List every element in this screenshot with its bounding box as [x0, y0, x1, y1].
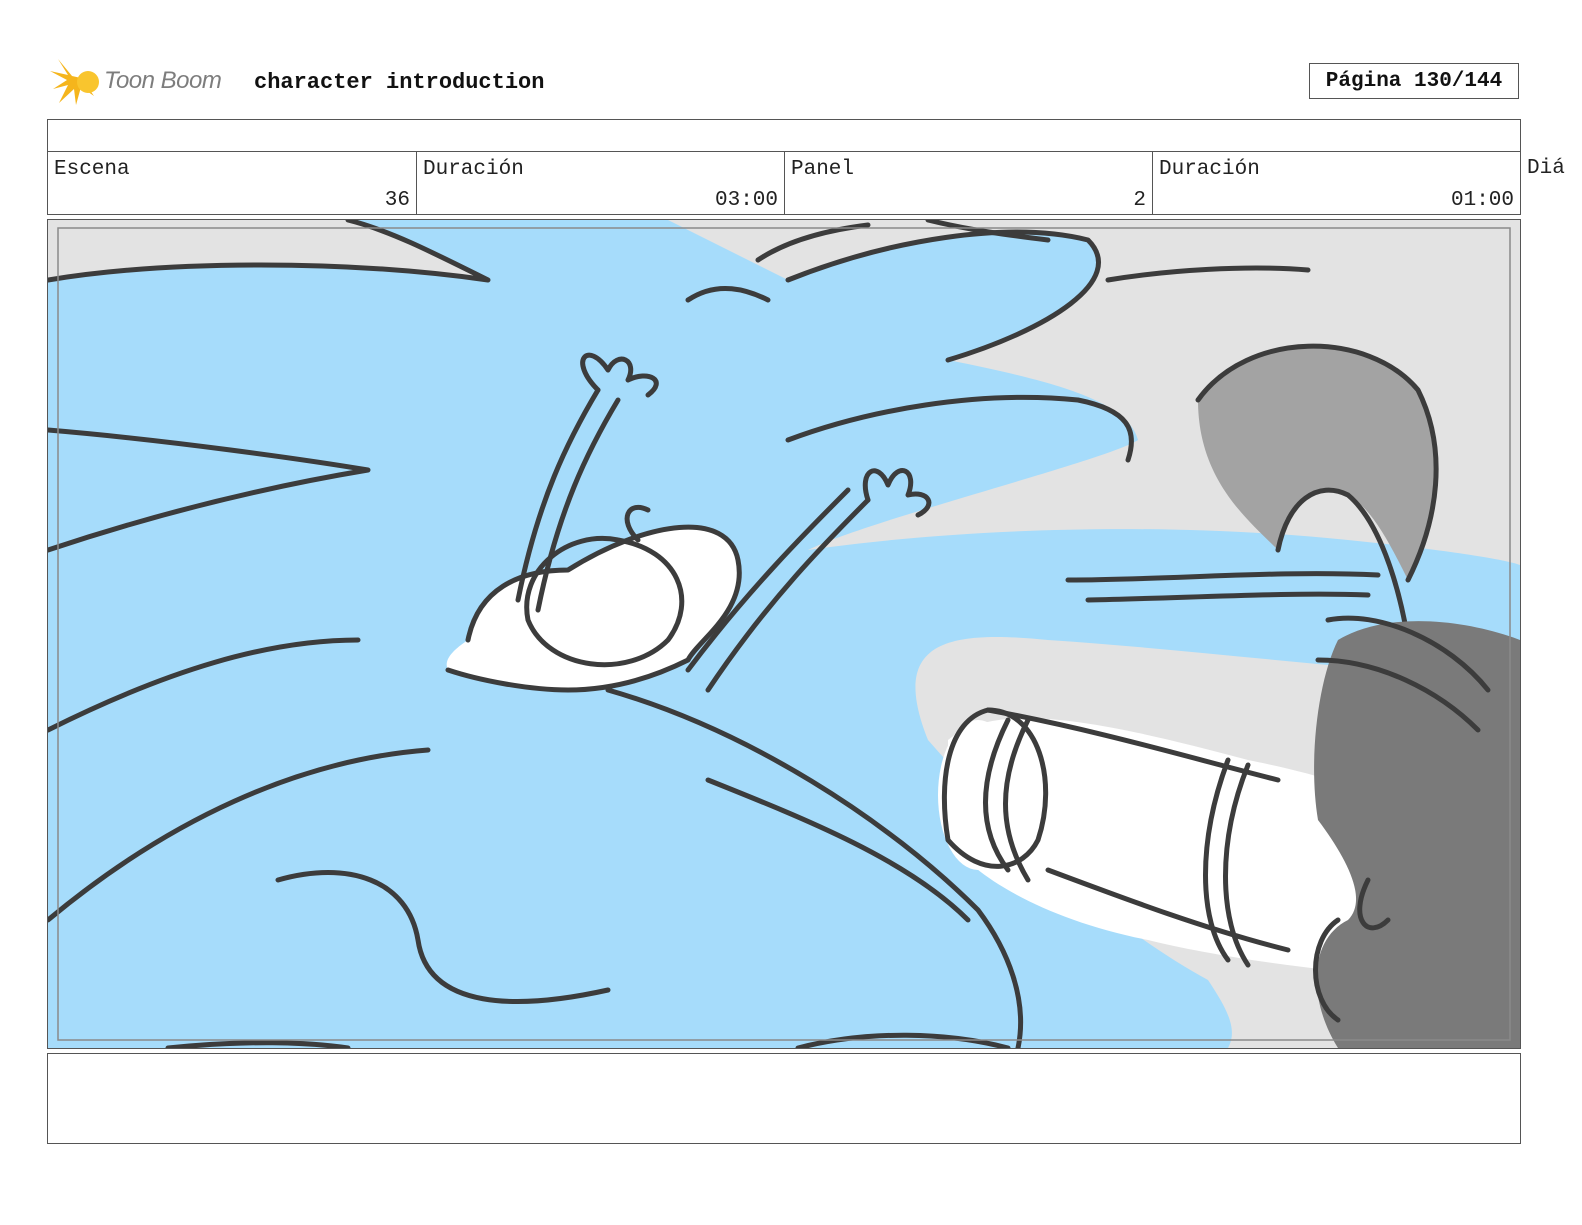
scene-label: Escena	[54, 158, 130, 181]
panel-label: Panel	[791, 158, 855, 181]
storyboard-panel-image	[47, 219, 1521, 1049]
scene-cell: Escena 36	[48, 152, 416, 214]
panel-cell: Panel 2	[784, 152, 1152, 214]
scene-duration-value: 03:00	[714, 189, 778, 212]
logo-text: Toon Boom	[104, 67, 222, 94]
dialogue-label-truncated: Diá	[1527, 157, 1565, 180]
page-counter: Página 130/144	[1309, 63, 1519, 99]
panel-duration-cell: Duración 01:00	[1152, 152, 1520, 214]
starburst-icon	[50, 59, 99, 105]
document-title: character introduction	[254, 70, 545, 95]
storyboard-page: Toon Boom character introduction Página …	[0, 0, 1582, 1225]
scene-duration-label: Duración	[423, 158, 524, 181]
panel-info-table: Escena 36 Duración 03:00 Panel 2 Duració…	[47, 119, 1521, 215]
scene-duration-cell: Duración 03:00	[416, 152, 784, 214]
panel-sketch	[48, 220, 1520, 1048]
panel-value: 2	[1133, 189, 1146, 212]
header-blank-row	[48, 120, 1520, 152]
panel-duration-label: Duración	[1159, 158, 1260, 181]
notes-box	[47, 1053, 1521, 1144]
toon-boom-logo: Toon Boom	[50, 56, 240, 108]
panel-duration-value: 01:00	[1450, 189, 1514, 212]
scene-value: 36	[384, 189, 410, 212]
